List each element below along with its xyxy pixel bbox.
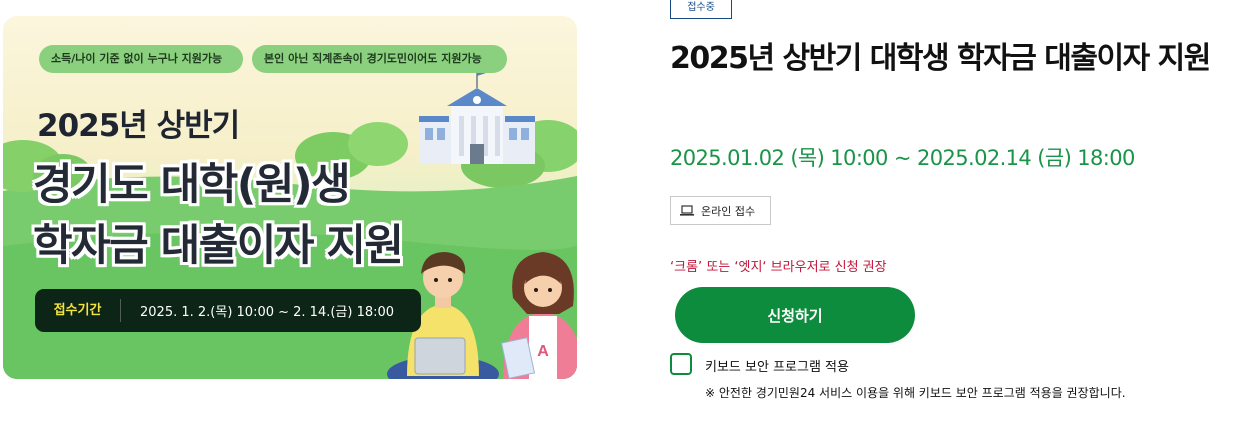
svg-text:A: A xyxy=(537,343,549,360)
banner-year: 2025년 상반기 xyxy=(37,108,240,144)
banner-period-label: 접수기간 xyxy=(35,299,121,322)
keyboard-security-checkbox[interactable] xyxy=(670,353,692,375)
online-application-badge: 온라인 접수 xyxy=(670,196,771,225)
banner-pill-family: 본인 아닌 직계존속이 경기도민이어도 지원가능 xyxy=(252,45,507,73)
apply-button[interactable]: 신청하기 xyxy=(675,287,915,343)
page-title: 2025년 상반기 대학생 학자금 대출이자 지원 xyxy=(670,41,1211,76)
application-date-range: 2025.01.02 (목) 10:00 ~ 2025.02.14 (금) 18… xyxy=(670,146,1135,170)
banner-title-line2: 학자금 대출이자 지원 xyxy=(33,221,404,271)
keyboard-security-note: ※ 안전한 경기민원24 서비스 이용을 위해 키보드 보안 프로그램 적용을 … xyxy=(705,386,1126,400)
banner-title-line1: 경기도 대학(원)생 xyxy=(33,160,351,210)
promo-banner: A 소득/나이 기준 없이 누구나 지원가능 본인 아닌 직계존속이 경기도민이… xyxy=(3,16,577,379)
status-badge: 접수중 xyxy=(670,0,732,19)
online-application-label: 온라인 접수 xyxy=(701,204,756,218)
browser-notice: ‘크롬’ 또는 ‘엣지‘ 브라우저로 신청 권장 xyxy=(670,260,887,275)
banner-period-box: 접수기간 2025. 1. 2.(목) 10:00 ~ 2. 14.(금) 18… xyxy=(35,289,421,332)
keyboard-security-label[interactable]: 키보드 보안 프로그램 적용 xyxy=(705,356,849,375)
laptop-icon xyxy=(680,205,694,216)
school-building-illustration xyxy=(419,68,535,164)
banner-period-value: 2025. 1. 2.(목) 10:00 ~ 2. 14.(금) 18:00 xyxy=(140,305,395,320)
banner-pill-eligibility: 소득/나이 기준 없이 누구나 지원가능 xyxy=(39,45,243,73)
